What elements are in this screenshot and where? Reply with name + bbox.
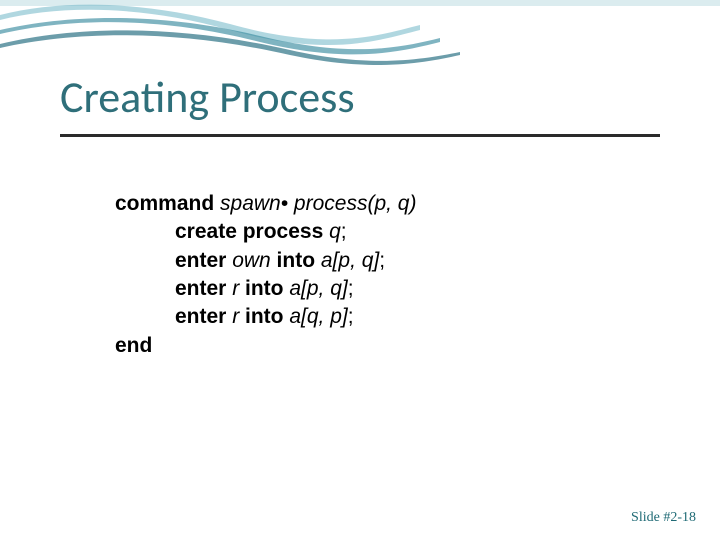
code-text: ; (348, 305, 354, 328)
code-line-2: create process q; (115, 218, 655, 246)
code-line-1: command spawn• process(p, q) (115, 190, 655, 218)
code-text: ; (379, 249, 385, 272)
code-block: command spawn• process(p, q) create proc… (115, 190, 655, 360)
code-text: enter (175, 277, 232, 300)
code-text: enter (175, 305, 232, 328)
code-text: ; (341, 220, 347, 243)
code-text: q (329, 220, 341, 243)
code-line-4: enter r into a[p, q]; (115, 275, 655, 303)
slide-number: Slide #2-18 (631, 510, 696, 526)
code-text: into (239, 305, 289, 328)
code-text: own (232, 249, 271, 272)
code-text: spawn• process (214, 192, 367, 215)
code-line-5: enter r into a[q, p]; (115, 303, 655, 331)
keyword-command: command (115, 192, 214, 215)
code-text: a[p, q] (289, 277, 347, 300)
header-waves (0, 0, 720, 80)
code-text: (p, q) (367, 192, 416, 215)
code-text: enter (175, 249, 232, 272)
title-underline (60, 134, 660, 137)
code-text: ; (348, 277, 354, 300)
code-text: create process (175, 220, 329, 243)
keyword-end: end (115, 334, 152, 357)
accent-bar (0, 0, 720, 6)
slide: Creating Process command spawn• process(… (0, 0, 720, 540)
code-text: into (239, 277, 289, 300)
code-line-3: enter own into a[p, q]; (115, 247, 655, 275)
page-title: Creating Process (60, 70, 355, 124)
code-line-6: end (115, 332, 655, 360)
code-text: a[q, p] (289, 305, 347, 328)
code-text: into (271, 249, 321, 272)
code-text: a[p, q] (321, 249, 379, 272)
